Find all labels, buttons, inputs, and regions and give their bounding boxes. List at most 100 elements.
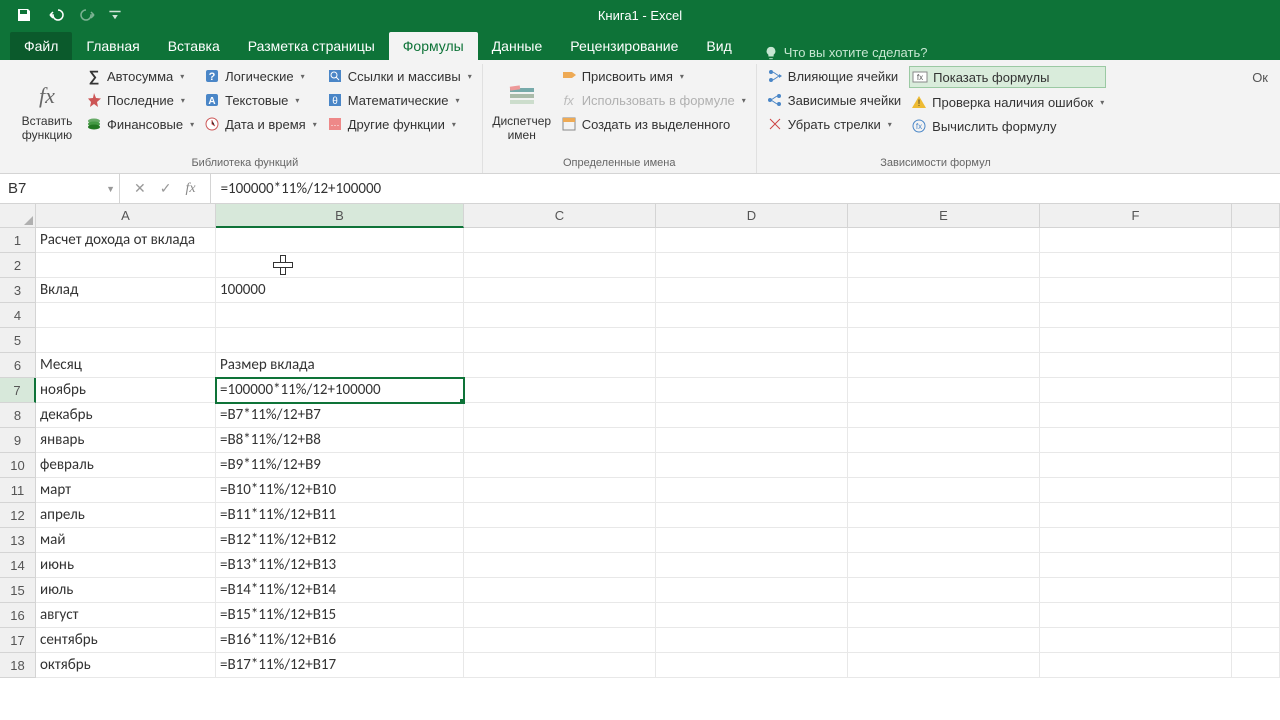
cell-C7[interactable] <box>464 378 656 403</box>
cell-F3[interactable] <box>1040 278 1232 303</box>
row-header[interactable]: 1 <box>0 228 36 253</box>
trace-dependents-button[interactable]: Зависимые ячейки <box>765 90 903 110</box>
cell-E18[interactable] <box>848 653 1040 678</box>
cell-A4[interactable] <box>36 303 216 328</box>
cell-C17[interactable] <box>464 628 656 653</box>
cell-C10[interactable] <box>464 453 656 478</box>
cell-F12[interactable] <box>1040 503 1232 528</box>
cell-B15[interactable]: =B14*11%/12+B14 <box>216 578 464 603</box>
cell-D8[interactable] <box>656 403 848 428</box>
row-header[interactable]: 11 <box>0 478 36 503</box>
row-header[interactable]: 8 <box>0 403 36 428</box>
cell-A2[interactable] <box>36 253 216 278</box>
cell-E5[interactable] <box>848 328 1040 353</box>
cell-D1[interactable] <box>656 228 848 253</box>
financial-button[interactable]: Финансовые▾ <box>84 114 196 134</box>
cell-pad[interactable] <box>1232 628 1280 653</box>
tell-me[interactable]: Что вы хотите сделать? <box>746 45 928 60</box>
autosum-button[interactable]: ∑Автосумма▾ <box>84 66 196 86</box>
cell-pad[interactable] <box>1232 228 1280 253</box>
cell-C18[interactable] <box>464 653 656 678</box>
row-header[interactable]: 5 <box>0 328 36 353</box>
cell-A18[interactable]: октябрь <box>36 653 216 678</box>
cell-C1[interactable] <box>464 228 656 253</box>
tab-review[interactable]: Рецензирование <box>556 32 692 60</box>
cell-A11[interactable]: март <box>36 478 216 503</box>
insert-function-button[interactable]: fx Вставить функцию <box>16 64 78 155</box>
row-header[interactable]: 12 <box>0 503 36 528</box>
cell-pad[interactable] <box>1232 303 1280 328</box>
row-header[interactable]: 2 <box>0 253 36 278</box>
cell-D15[interactable] <box>656 578 848 603</box>
cell-E16[interactable] <box>848 603 1040 628</box>
cell-B12[interactable]: =B11*11%/12+B11 <box>216 503 464 528</box>
enter-formula-button[interactable]: ✓ <box>160 180 172 197</box>
cell-A7[interactable]: ноябрь <box>36 378 216 403</box>
cell-E15[interactable] <box>848 578 1040 603</box>
cell-E1[interactable] <box>848 228 1040 253</box>
column-header-A[interactable]: A <box>36 204 216 228</box>
column-header-E[interactable]: E <box>848 204 1040 228</box>
row-header[interactable]: 13 <box>0 528 36 553</box>
cell-C2[interactable] <box>464 253 656 278</box>
cell-D4[interactable] <box>656 303 848 328</box>
cell-A6[interactable]: Месяц <box>36 353 216 378</box>
cell-A10[interactable]: февраль <box>36 453 216 478</box>
spreadsheet-grid[interactable]: ABCDEF 1Расчет дохода от вклада23Вклад10… <box>0 204 1280 678</box>
cell-A8[interactable]: декабрь <box>36 403 216 428</box>
cell-E6[interactable] <box>848 353 1040 378</box>
cell-A13[interactable]: май <box>36 528 216 553</box>
cell-C8[interactable] <box>464 403 656 428</box>
cancel-formula-button[interactable]: ✕ <box>134 180 146 197</box>
row-header[interactable]: 15 <box>0 578 36 603</box>
cell-F6[interactable] <box>1040 353 1232 378</box>
cell-F15[interactable] <box>1040 578 1232 603</box>
tab-formulas[interactable]: Формулы <box>389 32 478 60</box>
tab-home[interactable]: Главная <box>72 32 153 60</box>
cell-C12[interactable] <box>464 503 656 528</box>
row-header[interactable]: 3 <box>0 278 36 303</box>
cell-C5[interactable] <box>464 328 656 353</box>
error-check-button[interactable]: !Проверка наличия ошибок▾ <box>909 92 1106 112</box>
cell-B1[interactable] <box>216 228 464 253</box>
cell-pad[interactable] <box>1232 453 1280 478</box>
column-header-more[interactable] <box>1232 204 1280 228</box>
cell-D18[interactable] <box>656 653 848 678</box>
cell-pad[interactable] <box>1232 653 1280 678</box>
tab-insert[interactable]: Вставка <box>154 32 234 60</box>
row-header[interactable]: 14 <box>0 553 36 578</box>
cell-C4[interactable] <box>464 303 656 328</box>
datetime-button[interactable]: Дата и время▾ <box>202 114 319 134</box>
cell-D14[interactable] <box>656 553 848 578</box>
row-header[interactable]: 10 <box>0 453 36 478</box>
remove-arrows-button[interactable]: Убрать стрелки▾ <box>765 114 903 134</box>
cell-B4[interactable] <box>216 303 464 328</box>
lookup-button[interactable]: Ссылки и массивы▾ <box>325 66 474 86</box>
cell-A5[interactable] <box>36 328 216 353</box>
name-box[interactable]: B7▼ <box>0 174 120 203</box>
cell-F14[interactable] <box>1040 553 1232 578</box>
cell-F10[interactable] <box>1040 453 1232 478</box>
cell-pad[interactable] <box>1232 253 1280 278</box>
cell-E9[interactable] <box>848 428 1040 453</box>
row-header[interactable]: 16 <box>0 603 36 628</box>
logical-button[interactable]: ?Логические▾ <box>202 66 319 86</box>
column-header-C[interactable]: C <box>464 204 656 228</box>
cell-E8[interactable] <box>848 403 1040 428</box>
cell-A14[interactable]: июнь <box>36 553 216 578</box>
row-header[interactable]: 18 <box>0 653 36 678</box>
cell-C15[interactable] <box>464 578 656 603</box>
cell-F9[interactable] <box>1040 428 1232 453</box>
cell-C6[interactable] <box>464 353 656 378</box>
cell-F4[interactable] <box>1040 303 1232 328</box>
cell-B13[interactable]: =B12*11%/12+B12 <box>216 528 464 553</box>
cell-F18[interactable] <box>1040 653 1232 678</box>
use-in-formula-button[interactable]: fxИспользовать в формуле▾ <box>559 90 748 110</box>
cell-pad[interactable] <box>1232 278 1280 303</box>
cell-C11[interactable] <box>464 478 656 503</box>
cell-D13[interactable] <box>656 528 848 553</box>
cell-E10[interactable] <box>848 453 1040 478</box>
cell-pad[interactable] <box>1232 428 1280 453</box>
column-header-D[interactable]: D <box>656 204 848 228</box>
cell-C16[interactable] <box>464 603 656 628</box>
